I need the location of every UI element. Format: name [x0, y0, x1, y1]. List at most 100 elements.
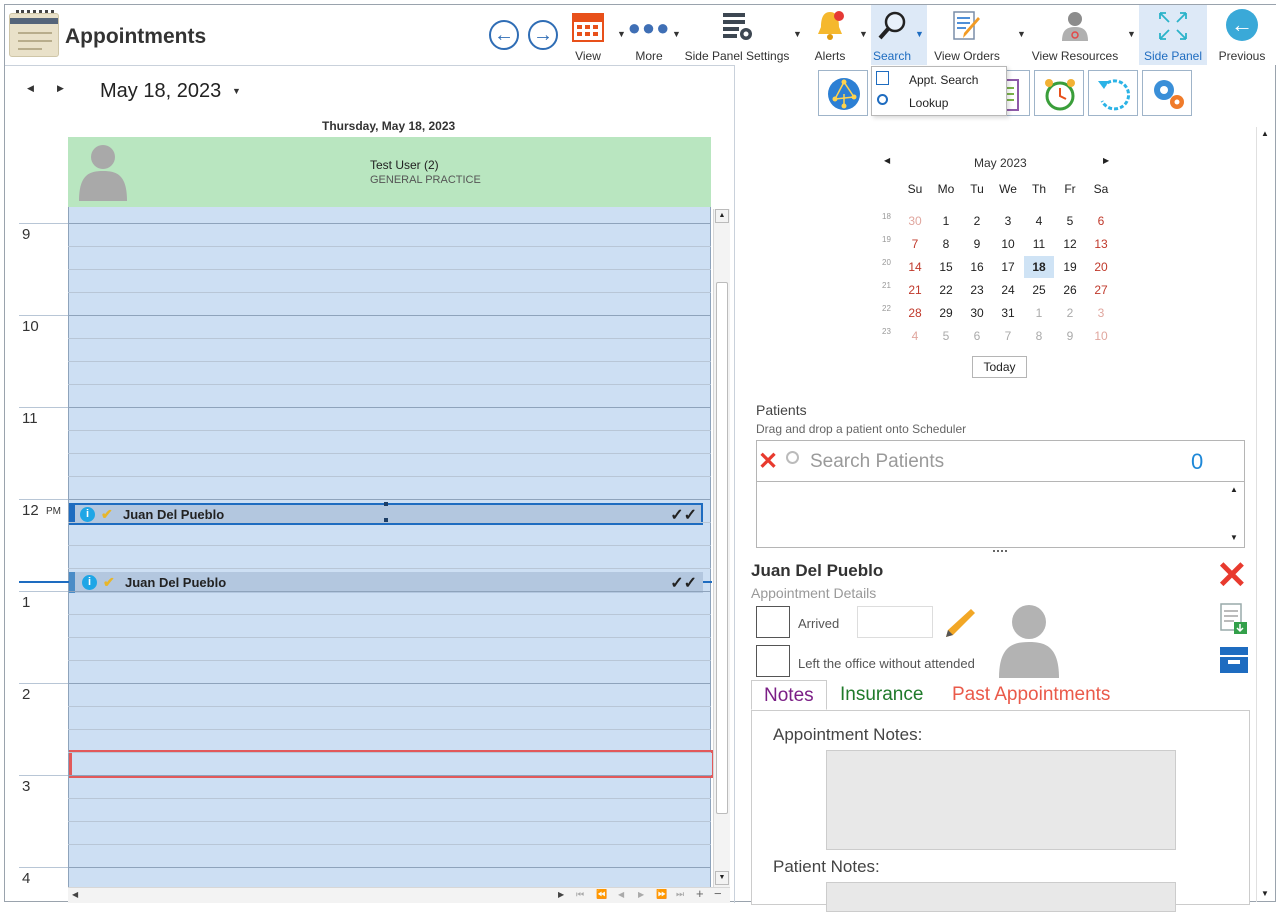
side-panel-button[interactable]: Side Panel — [1139, 5, 1207, 65]
calendar-day[interactable]: 26 — [1055, 279, 1085, 301]
resources-dropdown-icon[interactable]: ▼ — [1127, 29, 1136, 39]
scroll-up-button[interactable]: ▲ — [715, 209, 729, 223]
calendar-day[interactable]: 23 — [962, 279, 992, 301]
web-button[interactable] — [818, 70, 868, 116]
scroll-thumb[interactable] — [716, 282, 728, 814]
nav-prev-icon[interactable]: ◀ — [618, 890, 624, 899]
calendar-day[interactable]: 29 — [931, 302, 961, 324]
calendar-day[interactable]: 31 — [993, 302, 1023, 324]
settings-dropdown-icon[interactable]: ▼ — [793, 29, 802, 39]
tab-past-appointments[interactable]: Past Appointments — [940, 680, 1122, 710]
resize-handle[interactable] — [384, 502, 388, 506]
alarm-button[interactable] — [1034, 70, 1084, 116]
nav-next-icon[interactable]: ▶ — [638, 890, 644, 899]
calendar-day[interactable]: 11 — [1024, 233, 1054, 255]
left-checkbox[interactable] — [756, 645, 790, 677]
view-resources-button[interactable]: View Resources — [1031, 5, 1119, 65]
pencil-icon[interactable] — [943, 605, 977, 639]
calendar-day[interactable]: 22 — [931, 279, 961, 301]
view-orders-button[interactable]: View Orders — [931, 5, 1003, 65]
list-scroll-down[interactable]: ▼ — [1230, 533, 1238, 542]
date-selector[interactable]: May 18, 2023 — [100, 80, 221, 103]
prev-day-button[interactable]: ◀ — [27, 83, 34, 94]
nav-next-page-icon[interactable]: ⏩ — [656, 889, 667, 900]
cal-prev-month-icon[interactable]: ◀ — [884, 156, 890, 165]
calendar-day[interactable]: 20 — [1086, 256, 1116, 278]
appointment-block[interactable]: i ✔ Juan Del Pueblo ✓✓ — [69, 572, 703, 593]
calendar-day[interactable]: 7 — [900, 233, 930, 255]
calendar-day[interactable]: 9 — [1055, 325, 1085, 347]
calendar-day[interactable]: 21 — [900, 279, 930, 301]
appt-search-menu-item[interactable]: Appt. Search — [872, 70, 1006, 92]
nav-prev-page-icon[interactable]: ⏪ — [596, 889, 607, 900]
document-download-icon[interactable] — [1218, 602, 1250, 636]
calendar-day[interactable]: 10 — [993, 233, 1023, 255]
info-icon[interactable]: i — [82, 575, 97, 590]
list-scroll-up[interactable]: ▲ — [1230, 485, 1238, 494]
calendar-day[interactable]: 9 — [962, 233, 992, 255]
calendar-day[interactable]: 7 — [993, 325, 1023, 347]
calendar-day[interactable]: 3 — [1086, 302, 1116, 324]
gears-button[interactable] — [1142, 70, 1192, 116]
patient-results-list[interactable]: ▲ ▼ — [756, 482, 1245, 548]
calendar-day[interactable]: 8 — [1024, 325, 1054, 347]
selected-time-slot[interactable] — [69, 750, 715, 778]
orders-dropdown-icon[interactable]: ▼ — [1017, 29, 1026, 39]
scroll-down-button[interactable]: ▼ — [715, 871, 729, 885]
calendar-day[interactable]: 18 — [1024, 256, 1054, 278]
date-dropdown-icon[interactable]: ▼ — [232, 86, 241, 96]
calendar-day[interactable]: 13 — [1086, 233, 1116, 255]
refresh-button[interactable] — [1088, 70, 1138, 116]
calendar-day[interactable]: 2 — [962, 210, 992, 232]
calendar-day[interactable]: 25 — [1024, 279, 1054, 301]
search-dropdown-icon[interactable]: ▼ — [915, 29, 924, 39]
splitter-grip[interactable] — [993, 550, 1007, 552]
calendar-day[interactable]: 14 — [900, 256, 930, 278]
back-arrow-icon[interactable]: ← — [489, 20, 519, 50]
calendar-day[interactable]: 3 — [993, 210, 1023, 232]
calendar-day[interactable]: 27 — [1086, 279, 1116, 301]
calendar-day[interactable]: 2 — [1055, 302, 1085, 324]
calendar-day[interactable]: 4 — [900, 325, 930, 347]
search-button[interactable]: Search ▼ — [871, 5, 927, 65]
calendar-day[interactable]: 12 — [1055, 233, 1085, 255]
nav-first-icon[interactable]: ⏮ — [576, 889, 584, 900]
today-button[interactable]: Today — [972, 356, 1027, 378]
arrived-time-field[interactable] — [857, 606, 933, 638]
tab-insurance[interactable]: Insurance — [828, 680, 935, 710]
zoom-in-icon[interactable]: + — [696, 886, 704, 901]
calendar-day[interactable]: 15 — [931, 256, 961, 278]
side-panel-scrollbar[interactable]: ▲ ▼ — [1256, 127, 1273, 902]
calendar-day[interactable]: 8 — [931, 233, 961, 255]
scroll-left-button[interactable]: ◀ — [72, 890, 78, 899]
alerts-dropdown-icon[interactable]: ▼ — [859, 29, 868, 39]
calendar-day[interactable]: 1 — [931, 210, 961, 232]
nav-last-icon[interactable]: ⏭ — [676, 889, 684, 900]
vertical-scrollbar[interactable]: ▲ ▼ — [713, 209, 730, 887]
calendar-day[interactable]: 17 — [993, 256, 1023, 278]
calendar-day[interactable]: 5 — [1055, 210, 1085, 232]
zoom-out-icon[interactable]: − — [714, 886, 722, 901]
cancel-appointment-icon[interactable]: ✕ — [1216, 556, 1248, 596]
side-scroll-down[interactable]: ▼ — [1261, 889, 1269, 898]
calendar-day[interactable]: 4 — [1024, 210, 1054, 232]
cal-next-month-icon[interactable]: ▶ — [1103, 156, 1109, 165]
view-button[interactable]: View — [568, 5, 608, 65]
clear-search-icon[interactable]: ✕ — [758, 447, 778, 476]
calendar-day[interactable]: 24 — [993, 279, 1023, 301]
calendar-day[interactable]: 5 — [931, 325, 961, 347]
inbox-tray-icon[interactable] — [1217, 645, 1251, 675]
day-grid[interactable] — [68, 207, 711, 887]
more-dropdown-icon[interactable]: ▼ — [672, 29, 681, 39]
alerts-button[interactable]: Alerts — [810, 5, 850, 65]
view-dropdown-icon[interactable]: ▼ — [617, 29, 626, 39]
calendar-day[interactable]: 6 — [1086, 210, 1116, 232]
tab-notes[interactable]: Notes — [751, 680, 827, 710]
patient-search-box[interactable]: ✕ Search Patients 0 — [756, 440, 1245, 482]
forward-arrow-icon[interactable]: → — [528, 20, 558, 50]
scroll-right-button[interactable]: ▶ — [558, 890, 564, 899]
info-icon[interactable]: i — [80, 507, 95, 522]
calendar-day[interactable]: 16 — [962, 256, 992, 278]
previous-button[interactable]: ← Previous — [1211, 5, 1273, 65]
arrived-checkbox[interactable] — [756, 606, 790, 638]
